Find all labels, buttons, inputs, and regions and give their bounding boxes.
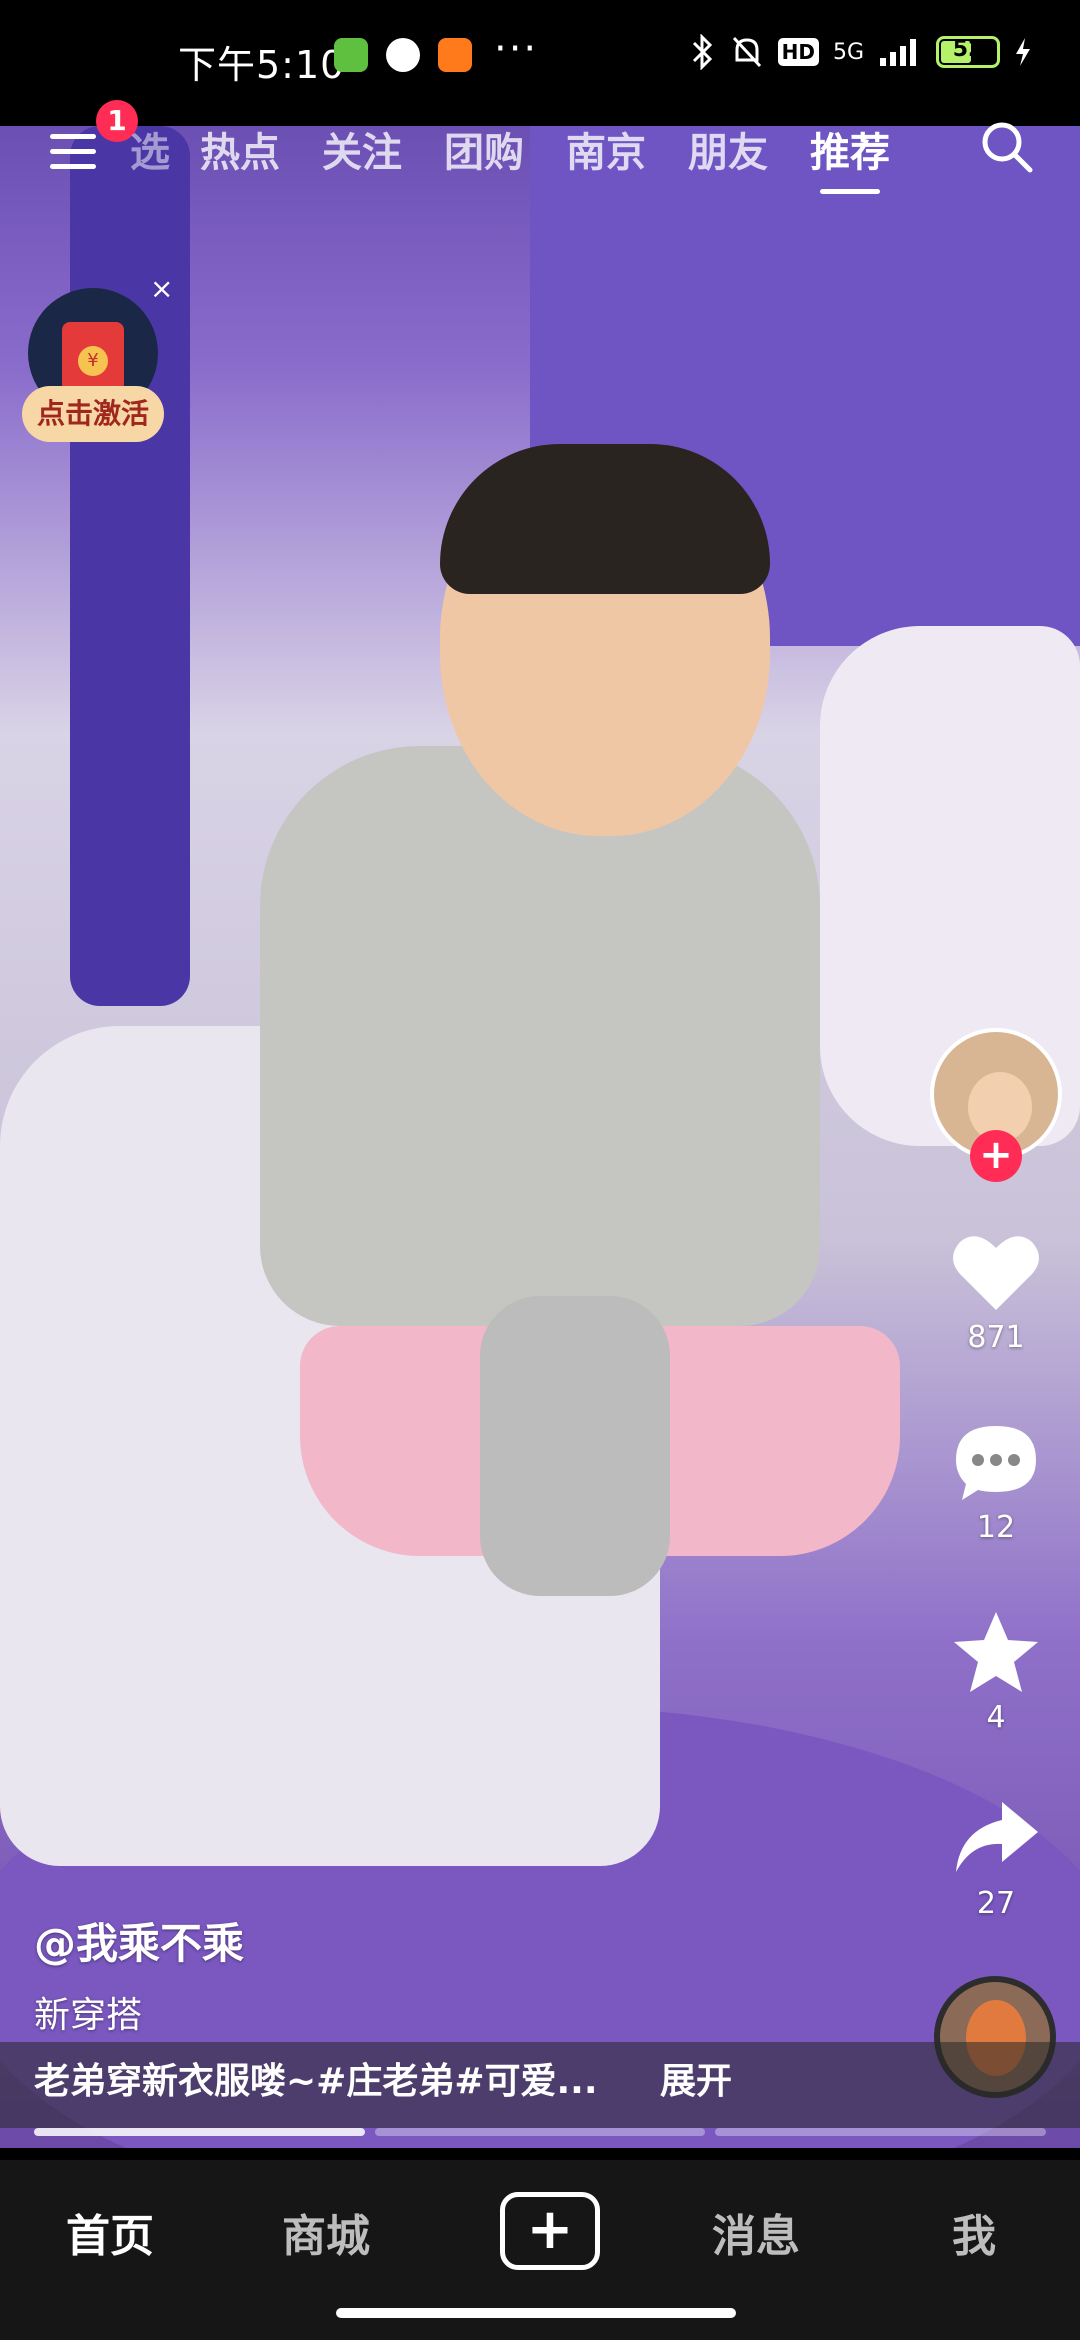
bottom-tab-bar: 首页 商城 + 消息 我 <box>0 2160 1080 2340</box>
status-bar: 下午5:10 ··· HD 5G 52 <box>0 0 1080 126</box>
tab-group-buy[interactable]: 团购 <box>444 120 524 178</box>
share-arrow-icon <box>956 1802 1038 1872</box>
progress-segment <box>374 2128 706 2136</box>
video-progress[interactable] <box>34 2128 1047 2136</box>
progress-segment <box>715 2128 1047 2136</box>
menu-icon[interactable] <box>50 134 96 170</box>
tab-partial[interactable]: 选 <box>130 120 170 178</box>
comment-button[interactable]: 12 <box>940 1420 1052 1545</box>
hd-badge: HD <box>777 38 819 66</box>
share-count: 27 <box>976 1886 1016 1921</box>
tab-following[interactable]: 关注 <box>322 120 402 178</box>
58-app-icon <box>438 38 472 72</box>
expand-caption-button[interactable]: 展开 <box>660 2052 732 2104</box>
top-tabs: 选 热点 关注 团购 南京 朋友 推荐 <box>130 120 932 194</box>
status-indicators: HD 5G 52 <box>690 34 1032 70</box>
child-hair <box>440 444 770 594</box>
tab-messages[interactable]: 消息 <box>712 2200 800 2264</box>
bluetooth-icon <box>692 34 712 70</box>
child-jacket <box>260 746 820 1326</box>
network-label: 5G <box>832 39 864 65</box>
signal-icon <box>880 39 916 66</box>
author-name[interactable]: @我乘不乘 <box>34 1910 244 1971</box>
tab-friends[interactable]: 朋友 <box>688 120 768 178</box>
child-leg <box>480 1296 670 1596</box>
tab-home[interactable]: 首页 <box>66 2200 154 2264</box>
tab-mall[interactable]: 商城 <box>282 2200 370 2264</box>
home-indicator[interactable] <box>336 2308 736 2318</box>
red-packet-close-icon[interactable]: × <box>150 272 173 305</box>
video-tag[interactable]: 新穿搭 <box>34 1986 142 2038</box>
qq-icon <box>386 38 420 72</box>
create-button[interactable]: + <box>500 2192 600 2270</box>
video-caption[interactable]: 老弟穿新衣服喽~#庄老弟#可爱... <box>34 2052 598 2104</box>
mute-bell-icon <box>732 36 761 68</box>
red-packet-activate-button[interactable]: 点击激活 <box>22 386 164 442</box>
like-count: 871 <box>967 1320 1025 1355</box>
star-icon <box>954 1612 1038 1692</box>
comment-icon <box>956 1426 1036 1500</box>
heart-icon <box>953 1236 1039 1310</box>
charging-icon <box>1016 38 1030 66</box>
battery-icon: 52 <box>936 36 1000 68</box>
coin-icon: ¥ <box>78 346 108 376</box>
follow-button[interactable]: + <box>970 1130 1022 1182</box>
wechat-icon <box>334 38 368 72</box>
tab-nanjing[interactable]: 南京 <box>566 120 646 178</box>
tab-me[interactable]: 我 <box>952 2200 996 2264</box>
tab-recommended[interactable]: 推荐 <box>810 120 890 194</box>
carousel-pole <box>70 126 190 1006</box>
plus-icon: + <box>526 2197 574 2262</box>
status-app-icons <box>334 38 472 72</box>
favorite-count: 4 <box>986 1700 1006 1735</box>
tab-hot[interactable]: 热点 <box>200 120 280 178</box>
favorite-button[interactable]: 4 <box>940 1610 1052 1735</box>
status-time: 下午5:10 <box>178 43 346 87</box>
battery-percent: 52 <box>952 37 984 62</box>
status-more-icon: ··· <box>494 26 539 72</box>
comment-count: 12 <box>976 1510 1016 1545</box>
progress-segment <box>34 2128 365 2136</box>
share-button[interactable]: 27 <box>940 1796 1052 1921</box>
search-icon[interactable] <box>978 118 1034 174</box>
like-button[interactable]: 871 <box>940 1230 1052 1355</box>
video-player[interactable] <box>0 126 1080 2148</box>
